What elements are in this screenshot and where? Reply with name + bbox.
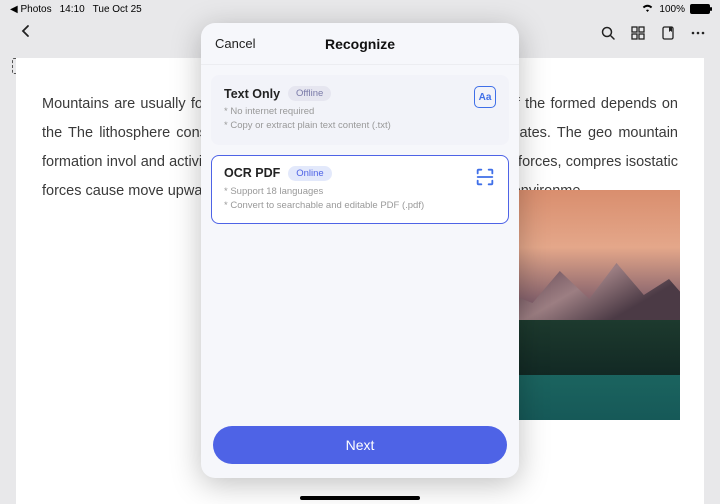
status-time: 14:10: [60, 4, 85, 15]
modal-title: Recognize: [325, 36, 395, 52]
offline-badge: Offline: [288, 86, 331, 101]
home-indicator[interactable]: [300, 496, 420, 500]
back-app-link[interactable]: ◀ Photos: [10, 4, 52, 15]
option-desc-1: * No internet required: [224, 105, 496, 119]
option-ocr-pdf[interactable]: OCR PDF Online * Support 18 languages * …: [211, 155, 509, 225]
option-title: Text Only: [224, 87, 280, 101]
status-bar: ◀ Photos 14:10 Tue Oct 25 100%: [0, 0, 720, 18]
battery-icon: [690, 4, 710, 14]
modal-header: Cancel Recognize: [201, 23, 519, 65]
search-icon[interactable]: [600, 25, 616, 41]
text-icon: Aa: [474, 86, 496, 108]
recognize-modal: Cancel Recognize Text Only Offline * No …: [201, 23, 519, 478]
back-icon[interactable]: [18, 23, 34, 39]
modal-body: Text Only Offline * No internet required…: [201, 65, 519, 416]
battery-percent: 100%: [659, 4, 685, 15]
grid-icon[interactable]: [630, 25, 646, 41]
wifi-icon: [641, 3, 654, 16]
cancel-button[interactable]: Cancel: [215, 36, 255, 51]
option-desc-1: * Support 18 languages: [224, 185, 496, 199]
scan-icon: [474, 166, 496, 188]
status-date: Tue Oct 25: [93, 4, 142, 15]
option-text-only[interactable]: Text Only Offline * No internet required…: [211, 75, 509, 145]
more-icon[interactable]: [690, 25, 706, 41]
online-badge: Online: [288, 166, 331, 181]
bookmark-icon[interactable]: [660, 25, 676, 41]
option-desc-2: * Copy or extract plain text content (.t…: [224, 119, 496, 133]
option-title: OCR PDF: [224, 166, 280, 180]
next-button[interactable]: Next: [213, 426, 507, 464]
option-desc-2: * Convert to searchable and editable PDF…: [224, 199, 496, 213]
